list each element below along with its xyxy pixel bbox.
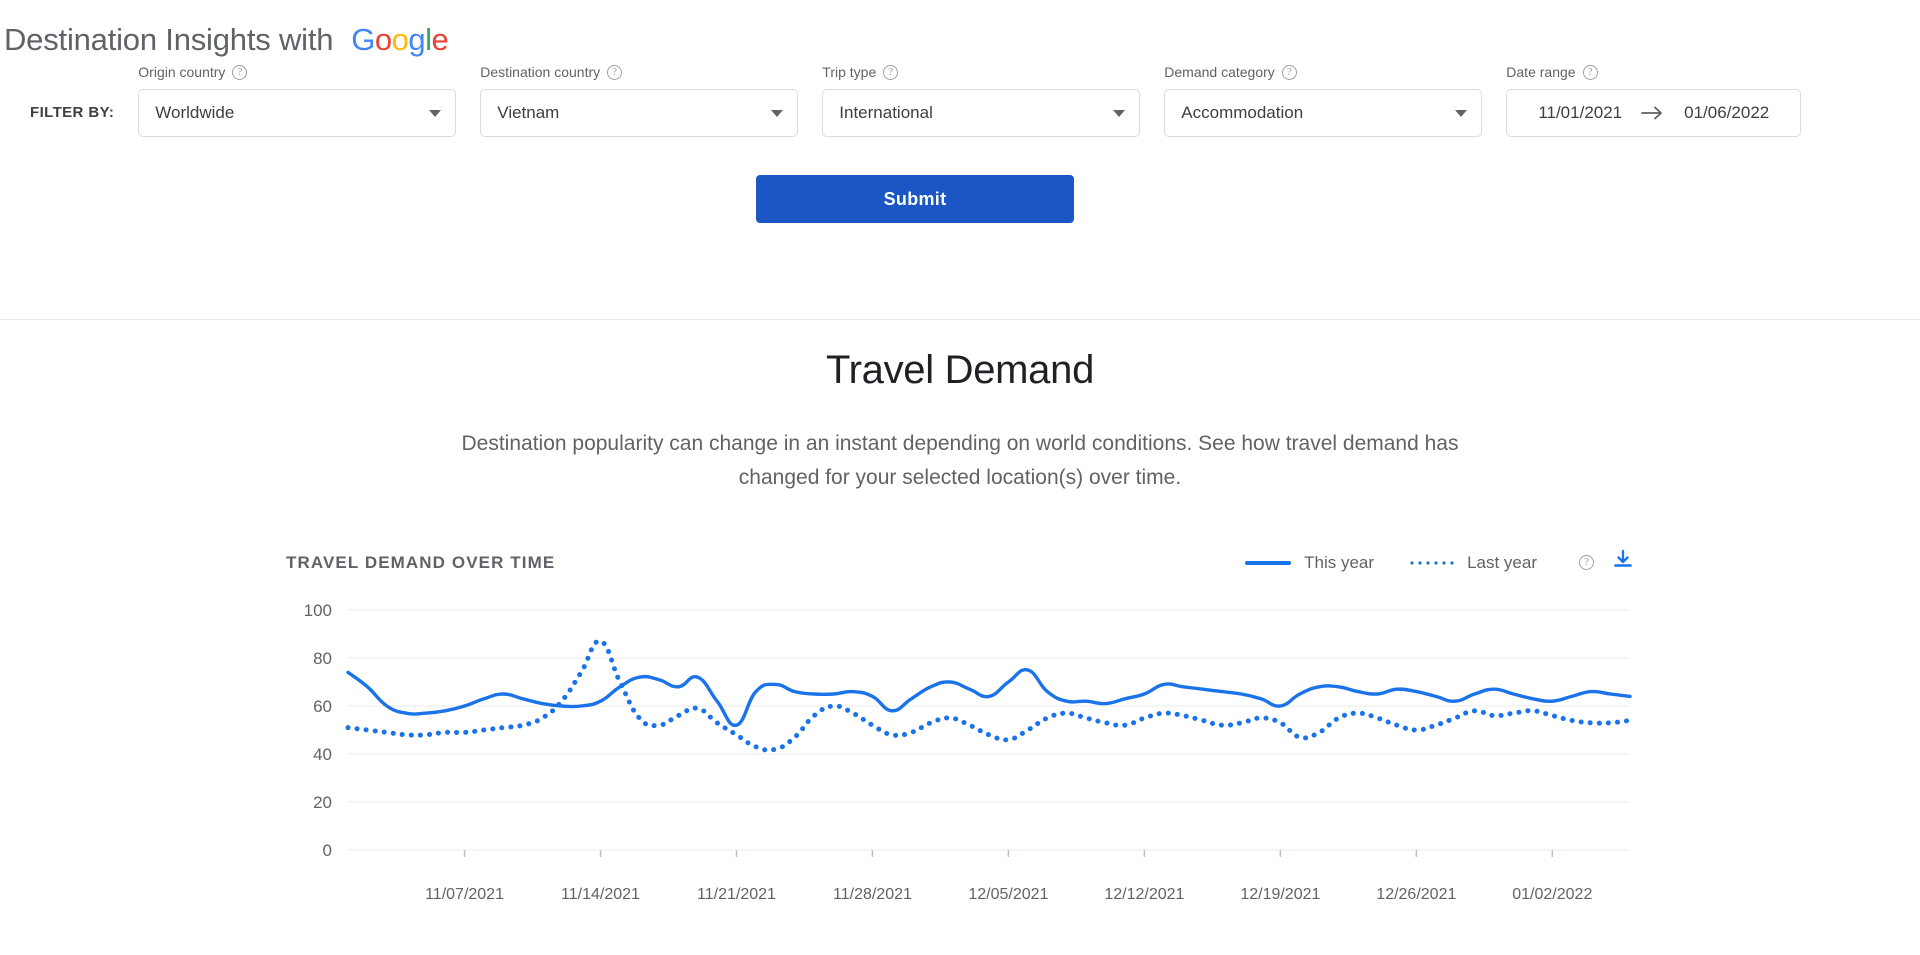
demand-category-label-text: Demand category — [1164, 64, 1275, 80]
x-tick-label: 12/12/2021 — [1104, 886, 1185, 904]
section-description: Destination popularity can change in an … — [461, 432, 1459, 490]
date-range-start[interactable]: 11/01/2021 — [1538, 103, 1622, 123]
y-tick-label: 100 — [304, 601, 332, 620]
field-date-range: Date range ? 11/01/2021 01/06/2022 — [1506, 64, 1802, 137]
chevron-down-icon — [771, 109, 784, 117]
help-icon[interactable]: ? — [883, 64, 899, 80]
y-tick-label: 0 — [323, 841, 332, 860]
chevron-down-icon — [429, 109, 442, 117]
field-trip-type: Trip type ? International — [822, 64, 1141, 137]
chart-plot-area: 0 20 40 60 80 100 — [280, 600, 1640, 872]
destination-country-select[interactable]: Vietnam — [480, 89, 799, 137]
chevron-down-icon — [1113, 109, 1126, 117]
trip-type-select[interactable]: International — [822, 89, 1141, 137]
origin-country-value: Worldwide — [155, 103, 235, 122]
label-trip-type: Trip type ? — [822, 64, 1140, 80]
y-tick-label: 40 — [313, 745, 332, 764]
chart-tools: ? — [1579, 549, 1634, 576]
series-line-1 — [346, 668, 1632, 727]
dotted-line-icon — [1408, 560, 1455, 565]
page-title-text: Destination Insights with — [4, 22, 334, 57]
chart-x-axis: 11/07/2021 11/14/2021 11/21/2021 11/28/2021… — [280, 872, 1640, 912]
help-icon[interactable]: ? — [607, 64, 623, 80]
help-icon[interactable]: ? — [1281, 64, 1297, 80]
arrow-right-icon — [1640, 105, 1666, 121]
x-tick-label: 11/07/2021 — [425, 886, 504, 904]
field-demand-category: Demand category ? Accommodation — [1164, 64, 1483, 137]
trip-type-value: International — [839, 103, 933, 122]
help-icon[interactable]: ? — [1579, 555, 1594, 571]
x-tick-label: 11/21/2021 — [697, 886, 776, 904]
app-header: Destination Insights with Google — [0, 0, 1920, 64]
travel-demand-chart-card: TRAVEL DEMAND OVER TIME This year Last y… — [280, 549, 1640, 912]
origin-country-label-text: Origin country — [138, 64, 226, 80]
solid-line-icon — [1245, 560, 1292, 565]
date-range-label-text: Date range — [1506, 64, 1576, 80]
legend-item-last-year[interactable]: Last year — [1408, 553, 1537, 573]
demand-category-value: Accommodation — [1181, 103, 1304, 122]
date-range-end[interactable]: 01/06/2022 — [1684, 103, 1769, 123]
y-tick-label: 80 — [313, 649, 332, 668]
travel-demand-line-chart: 0 20 40 60 80 100 — [304, 601, 1633, 860]
origin-country-select[interactable]: Worldwide — [138, 89, 457, 137]
x-tick-label: 01/02/2022 — [1512, 886, 1593, 904]
trip-type-label-text: Trip type — [822, 64, 877, 80]
filter-row: FILTER BY: Origin country ? Worldwide De… — [0, 64, 1920, 137]
travel-demand-section: Travel Demand Destination popularity can… — [0, 348, 1920, 495]
download-icon[interactable] — [1612, 549, 1634, 576]
submit-row: Submit — [0, 175, 1920, 223]
filter-by-label: FILTER BY: — [30, 104, 115, 121]
x-tick-label: 12/05/2021 — [968, 886, 1049, 904]
legend-label-last-year: Last year — [1467, 552, 1537, 572]
destination-country-value: Vietnam — [497, 103, 560, 122]
legend-label-this-year: This year — [1304, 552, 1375, 572]
demand-category-select[interactable]: Accommodation — [1164, 89, 1483, 137]
label-demand-category: Demand category ? — [1164, 64, 1482, 80]
label-origin-country: Origin country ? — [138, 64, 456, 80]
x-tick-label: 12/26/2021 — [1376, 886, 1457, 904]
help-icon[interactable]: ? — [232, 64, 248, 80]
destination-country-label-text: Destination country — [480, 64, 601, 80]
legend-item-this-year[interactable]: This year — [1245, 553, 1374, 573]
x-tick-label: 12/19/2021 — [1240, 886, 1321, 904]
chevron-down-icon — [1455, 109, 1468, 117]
field-origin-country: Origin country ? Worldwide — [138, 64, 457, 137]
x-tick-label: 11/14/2021 — [561, 886, 640, 904]
label-date-range: Date range ? — [1506, 64, 1801, 80]
google-logo: Google — [351, 22, 449, 57]
chart-legend: This year Last year ? — [1245, 549, 1634, 576]
label-destination-country: Destination country ? — [480, 64, 798, 80]
chart-header: TRAVEL DEMAND OVER TIME This year Last y… — [280, 549, 1640, 576]
help-icon[interactable]: ? — [1582, 64, 1598, 80]
filter-section: FILTER BY: Origin country ? Worldwide De… — [0, 64, 1920, 320]
field-destination-country: Destination country ? Vietnam — [480, 64, 799, 137]
page-title: Destination Insights with Google — [4, 22, 1920, 58]
submit-button[interactable]: Submit — [756, 175, 1074, 223]
x-tick-label: 11/28/2021 — [833, 886, 912, 904]
chart-title: TRAVEL DEMAND OVER TIME — [286, 552, 556, 572]
date-range-picker[interactable]: 11/01/2021 01/06/2022 — [1506, 89, 1802, 137]
y-tick-label: 20 — [313, 793, 332, 812]
section-title: Travel Demand — [825, 348, 1095, 392]
y-tick-label: 60 — [313, 697, 332, 716]
